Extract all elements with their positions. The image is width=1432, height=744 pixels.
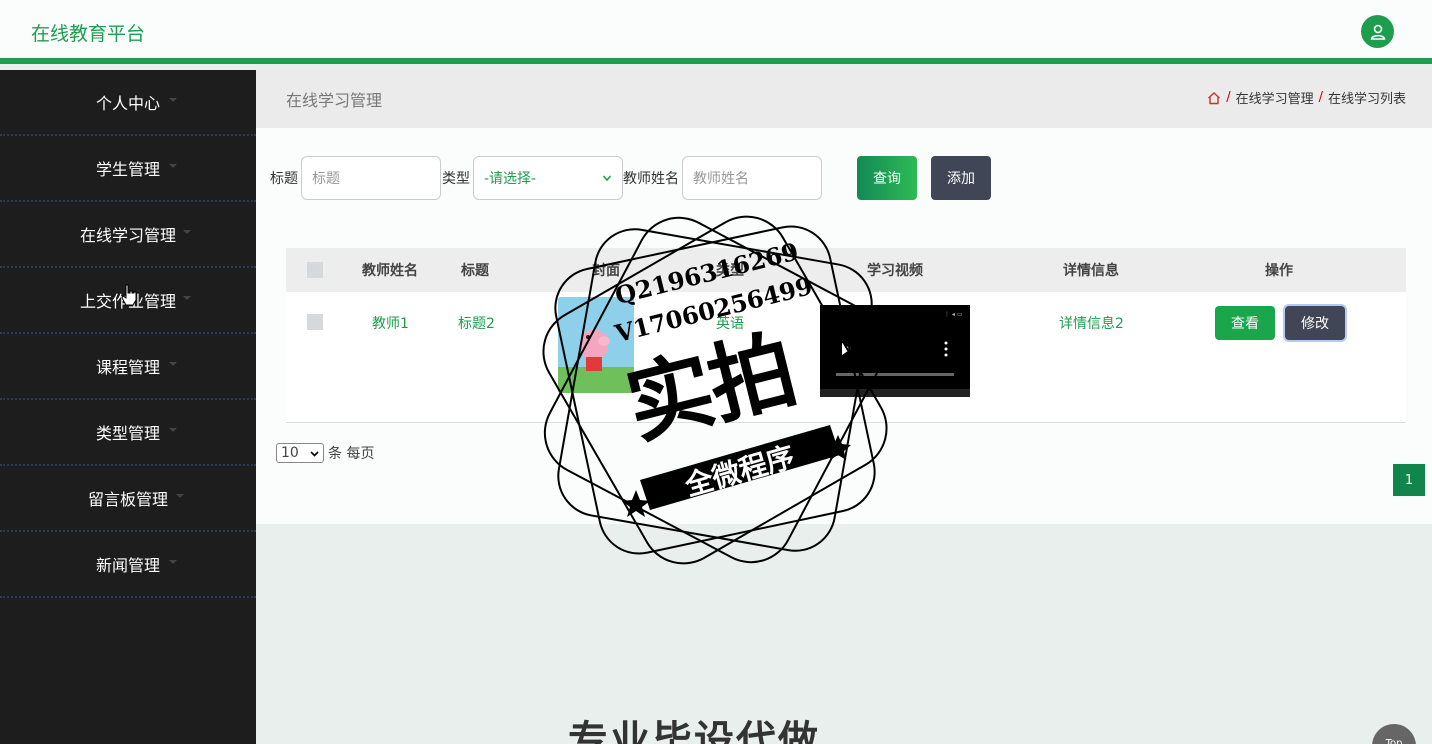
- breadcrumb: / 在线学习管理 / 在线学习列表: [1207, 88, 1406, 107]
- title-label: 标题: [270, 171, 298, 187]
- sidebar: 个人中心 学生管理 在线学习管理 上交作业管理 课程管理 类型管理 留言板管理 …: [0, 70, 256, 744]
- page-title: 在线学习管理: [286, 91, 383, 110]
- app-title: 在线教育平台: [31, 23, 146, 45]
- view-button[interactable]: 查看: [1215, 306, 1275, 340]
- search-bar: 标题 标题 类型 -请选择- 教师姓名 教师姓名 查询 添加: [270, 156, 991, 200]
- sidebar-item-label: 在线学习管理: [79, 226, 176, 245]
- query-button[interactable]: 查询: [857, 156, 917, 200]
- page-size-select[interactable]: 10: [276, 443, 324, 463]
- svg-text:⋮ ◂ ▭: ⋮ ◂ ▭: [944, 311, 963, 318]
- page-size-suffix: 条 每页: [328, 446, 375, 462]
- top-header: 在线教育平台: [0, 0, 1432, 64]
- title-input[interactable]: 标题: [301, 156, 441, 200]
- page-header: 在线学习管理 / 在线学习管理 / 在线学习列表: [256, 70, 1432, 128]
- type-selected: -请选择-: [484, 171, 537, 187]
- title-cell: 标题2: [458, 316, 495, 332]
- type-select[interactable]: -请选择-: [473, 156, 623, 200]
- pagination: 10 条 每页: [276, 443, 374, 463]
- user-avatar-button[interactable]: [1361, 15, 1394, 48]
- sidebar-item-students[interactable]: 学生管理: [0, 136, 256, 202]
- sidebar-item-message-board[interactable]: 留言板管理: [0, 466, 256, 532]
- add-button[interactable]: 添加: [931, 156, 991, 200]
- sidebar-item-label: 新闻管理: [95, 556, 160, 575]
- breadcrumb-separator: /: [1318, 90, 1323, 105]
- sidebar-item-label: 课程管理: [95, 358, 160, 377]
- chevron-down-icon: [169, 164, 177, 168]
- teacher-placeholder: 教师姓名: [693, 171, 749, 187]
- watermark-stamp: Q2196316269 V17060256499 实拍 全微程序: [540, 210, 890, 570]
- home-icon[interactable]: [1207, 91, 1221, 105]
- page-size-value: 10: [281, 445, 299, 461]
- edit-button[interactable]: 修改: [1285, 306, 1345, 340]
- select-all-checkbox[interactable]: [307, 262, 323, 278]
- details-cell: 详情信息2: [1059, 316, 1124, 332]
- sidebar-item-personal-center[interactable]: 个人中心: [0, 70, 256, 136]
- teacher-cell: 教师1: [372, 316, 409, 332]
- chevron-down-icon: [169, 98, 177, 102]
- breadcrumb-item: 在线学习列表: [1327, 92, 1406, 107]
- column-header: 操作: [1265, 263, 1293, 279]
- sidebar-item-courses[interactable]: 课程管理: [0, 334, 256, 400]
- chevron-down-icon: [310, 450, 319, 457]
- sidebar-item-homework[interactable]: 上交作业管理: [0, 268, 256, 334]
- column-header: 详情信息: [1063, 263, 1119, 279]
- sidebar-item-label: 类型管理: [95, 424, 160, 443]
- column-header: 标题: [461, 263, 489, 279]
- user-icon: [1370, 24, 1385, 40]
- sidebar-item-label: 留言板管理: [87, 490, 168, 509]
- column-header: 教师姓名: [362, 263, 418, 279]
- sidebar-item-types[interactable]: 类型管理: [0, 400, 256, 466]
- hand-cursor-icon: [121, 284, 137, 306]
- chevron-down-icon: [176, 494, 184, 498]
- chevron-down-icon: [183, 296, 191, 300]
- sidebar-item-label: 个人中心: [95, 94, 160, 113]
- chevron-down-icon: [183, 230, 191, 234]
- banner-text: 专业毕设代做: [568, 718, 820, 744]
- teacher-label: 教师姓名: [623, 171, 679, 187]
- page-number-button[interactable]: 1: [1393, 464, 1425, 496]
- chevron-down-icon: [169, 428, 177, 432]
- breadcrumb-separator: /: [1226, 90, 1231, 105]
- chevron-down-icon: [602, 175, 612, 182]
- chevron-down-icon: [169, 560, 177, 564]
- sidebar-item-news[interactable]: 新闻管理: [0, 532, 256, 598]
- sidebar-item-online-learning[interactable]: 在线学习管理: [0, 202, 256, 268]
- sidebar-item-label: 学生管理: [95, 160, 160, 179]
- type-label: 类型: [442, 171, 470, 187]
- breadcrumb-item[interactable]: 在线学习管理: [1236, 88, 1314, 107]
- teacher-input[interactable]: 教师姓名: [682, 156, 822, 200]
- title-placeholder: 标题: [312, 171, 340, 187]
- chevron-down-icon: [169, 362, 177, 366]
- row-checkbox[interactable]: [307, 314, 323, 330]
